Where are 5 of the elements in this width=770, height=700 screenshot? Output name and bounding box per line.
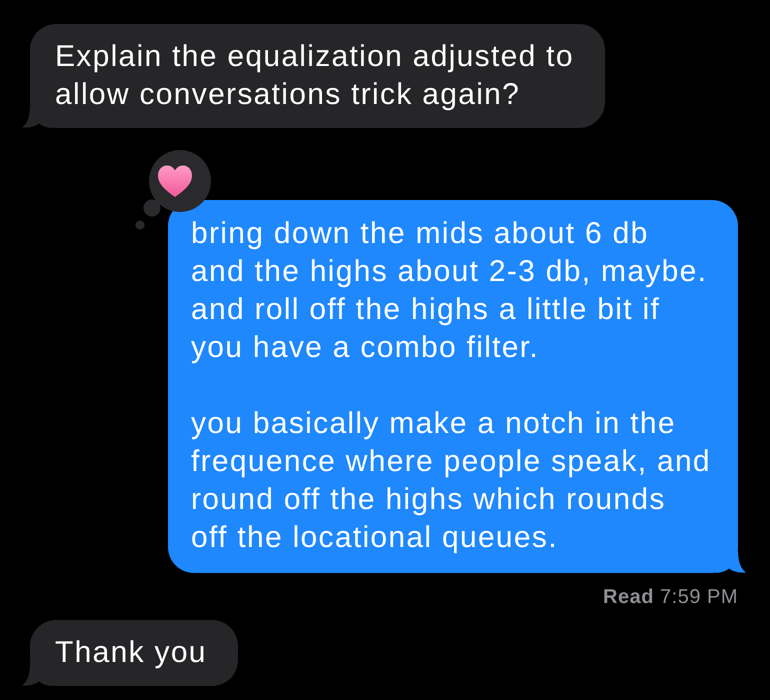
message-text: bring down the mids about 6 db and the highs about 2-3 db, maybe. and roll off the highs a little bit if you have a combo filter. <box>191 216 708 366</box>
message-text: Thank you <box>55 635 207 671</box>
read-receipt: Read 7:59 PM <box>603 586 738 608</box>
message-text: you basically make a notch in the frequence where people speak, and round off the highs which rounds off the locational queues. <box>191 406 712 556</box>
message-text: Explain the equalization adjusted to allow conversations trick again? <box>55 39 574 113</box>
